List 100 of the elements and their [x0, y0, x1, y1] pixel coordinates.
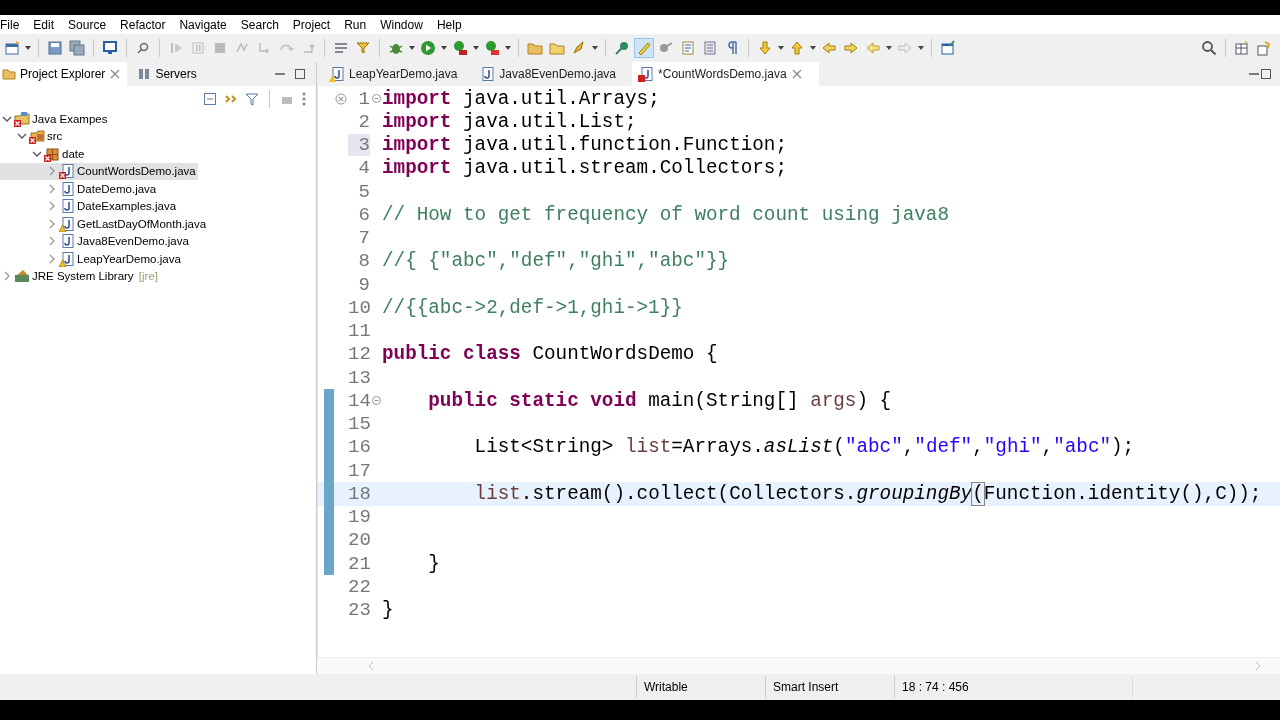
editor-tab[interactable]: Java8EvenDemo.java: [473, 62, 633, 86]
editor-tab[interactable]: *CountWordsDemo.java: [632, 62, 819, 86]
code-line: import java.util.Arrays;: [382, 87, 660, 110]
fold-icon[interactable]: [371, 94, 381, 104]
code-line: import java.util.function.Function;: [382, 134, 787, 157]
search-icon[interactable]: [1201, 40, 1217, 56]
tree-item[interactable]: JRE System Library [jre]: [0, 267, 160, 285]
line-number: 9: [357, 273, 370, 296]
close-icon[interactable]: [790, 68, 803, 80]
folder-icon[interactable]: [549, 40, 565, 56]
line-number: 23: [348, 599, 370, 622]
chevron-right-icon[interactable]: [47, 182, 57, 195]
menu-item[interactable]: Search: [240, 17, 288, 32]
magnifier-icon[interactable]: [135, 40, 151, 56]
status-field: 18 : 74 : 456: [894, 676, 1132, 698]
chevron-right-icon[interactable]: [47, 200, 57, 213]
java-file-icon: [479, 66, 496, 82]
code-line: }: [427, 552, 440, 575]
tree-item[interactable]: Java Exampes: [0, 110, 110, 128]
java-perspective-icon[interactable]: [1256, 40, 1272, 56]
line-number: 8: [357, 250, 370, 273]
line-number: 2: [357, 110, 370, 133]
menu-item[interactable]: Project: [292, 17, 340, 32]
block-icon[interactable]: [702, 40, 718, 56]
document-icon[interactable]: [680, 40, 696, 56]
tree-item[interactable]: GetLastDayOfMonth.java: [0, 215, 209, 233]
chevron-right-icon[interactable]: [47, 165, 57, 178]
line-number: 12: [348, 343, 370, 366]
menu-item[interactable]: Run: [344, 17, 376, 32]
line-number: 21: [348, 552, 370, 575]
chevron-right-icon[interactable]: [47, 235, 57, 248]
tree-item[interactable]: CountWordsDemo.java: [0, 162, 198, 180]
filter-icon[interactable]: [355, 40, 371, 56]
tree-item[interactable]: date: [0, 145, 87, 163]
java-file-icon: [59, 163, 75, 180]
coverage-icon[interactable]: [484, 40, 500, 56]
menu-item[interactable]: Source: [68, 17, 116, 32]
fold-icon[interactable]: [371, 396, 381, 406]
chevron-right-icon[interactable]: [2, 270, 12, 283]
tree-item[interactable]: DateDemo.java: [0, 180, 159, 198]
line-number: 18: [348, 482, 370, 505]
lines-icon[interactable]: [333, 40, 349, 56]
horizontal-scrollbar[interactable]: [317, 657, 1280, 674]
line-number: 3: [348, 134, 370, 157]
code-line: public static void main(String[] args) {: [427, 389, 892, 412]
line-number: 6: [357, 203, 370, 226]
line-number: 13: [348, 366, 370, 389]
java-file-icon: [59, 198, 75, 215]
window-icon[interactable]: [4, 40, 20, 56]
line-number: 16: [348, 436, 370, 459]
tree-item[interactable]: LeapYearDemo.java: [0, 250, 183, 268]
library-books-icon: [14, 268, 30, 285]
code-editor[interactable]: [317, 86, 1280, 657]
package-icon: [44, 145, 60, 162]
menu-item[interactable]: File: [0, 17, 29, 32]
arrow-right-icon[interactable]: [843, 40, 859, 56]
code-line: //{ {"abc","def","ghi","abc"}}: [382, 250, 730, 273]
chevron-right-icon[interactable]: [47, 252, 57, 265]
pin-icon[interactable]: [614, 40, 630, 56]
menu-item[interactable]: Edit: [33, 17, 64, 32]
line-number: 10: [348, 296, 370, 319]
view-menu-icon[interactable]: [300, 92, 308, 106]
maximize-icon[interactable]: [294, 68, 306, 80]
menu-item[interactable]: Window: [380, 17, 432, 32]
code-line: public class CountWordsDemo {: [382, 343, 718, 366]
java-file-icon: [59, 250, 75, 267]
run-tool-icon[interactable]: [452, 40, 468, 56]
java-file-icon: [59, 233, 75, 250]
disks-icon[interactable]: [69, 40, 85, 56]
menu-item[interactable]: Help: [436, 17, 471, 32]
editor-tab[interactable]: LeapYearDemo.java: [323, 62, 474, 86]
scroll-left-icon[interactable]: [367, 661, 375, 671]
close-icon[interactable]: [109, 68, 122, 80]
chevron-right-icon[interactable]: [47, 217, 57, 230]
tree-item[interactable]: src: [0, 127, 65, 145]
panel-tab[interactable]: Project Explorer: [0, 62, 128, 86]
line-number: 5: [357, 180, 370, 203]
menu-item[interactable]: Refactor: [120, 17, 175, 32]
perspective-icon[interactable]: [1234, 40, 1250, 56]
line-number: 14: [348, 389, 370, 412]
panel-tab[interactable]: Servers: [135, 62, 203, 86]
status-field: Smart Insert: [765, 676, 894, 698]
project-icon: [14, 110, 30, 127]
tree-item[interactable]: Java8EvenDemo.java: [0, 232, 191, 250]
java-file-icon: [329, 66, 345, 82]
line-number: 7: [357, 227, 370, 250]
pen-icon[interactable]: [636, 40, 652, 56]
panel-icon[interactable]: [940, 40, 956, 56]
filter-icon[interactable]: [245, 92, 259, 106]
code-line: import java.util.stream.Collectors;: [382, 157, 787, 180]
maximize-icon[interactable]: [1260, 68, 1272, 80]
monitor-icon[interactable]: [102, 40, 118, 56]
collapse-all-icon[interactable]: [203, 92, 217, 106]
folder-icon[interactable]: [527, 40, 543, 56]
menu-item[interactable]: Navigate: [179, 17, 236, 32]
line-number: 11: [348, 320, 370, 343]
tree-item[interactable]: DateExamples.java: [0, 197, 179, 215]
scroll-right-icon[interactable]: [1254, 661, 1262, 671]
run-icon[interactable]: [420, 40, 436, 56]
line-number: 4: [357, 157, 370, 180]
